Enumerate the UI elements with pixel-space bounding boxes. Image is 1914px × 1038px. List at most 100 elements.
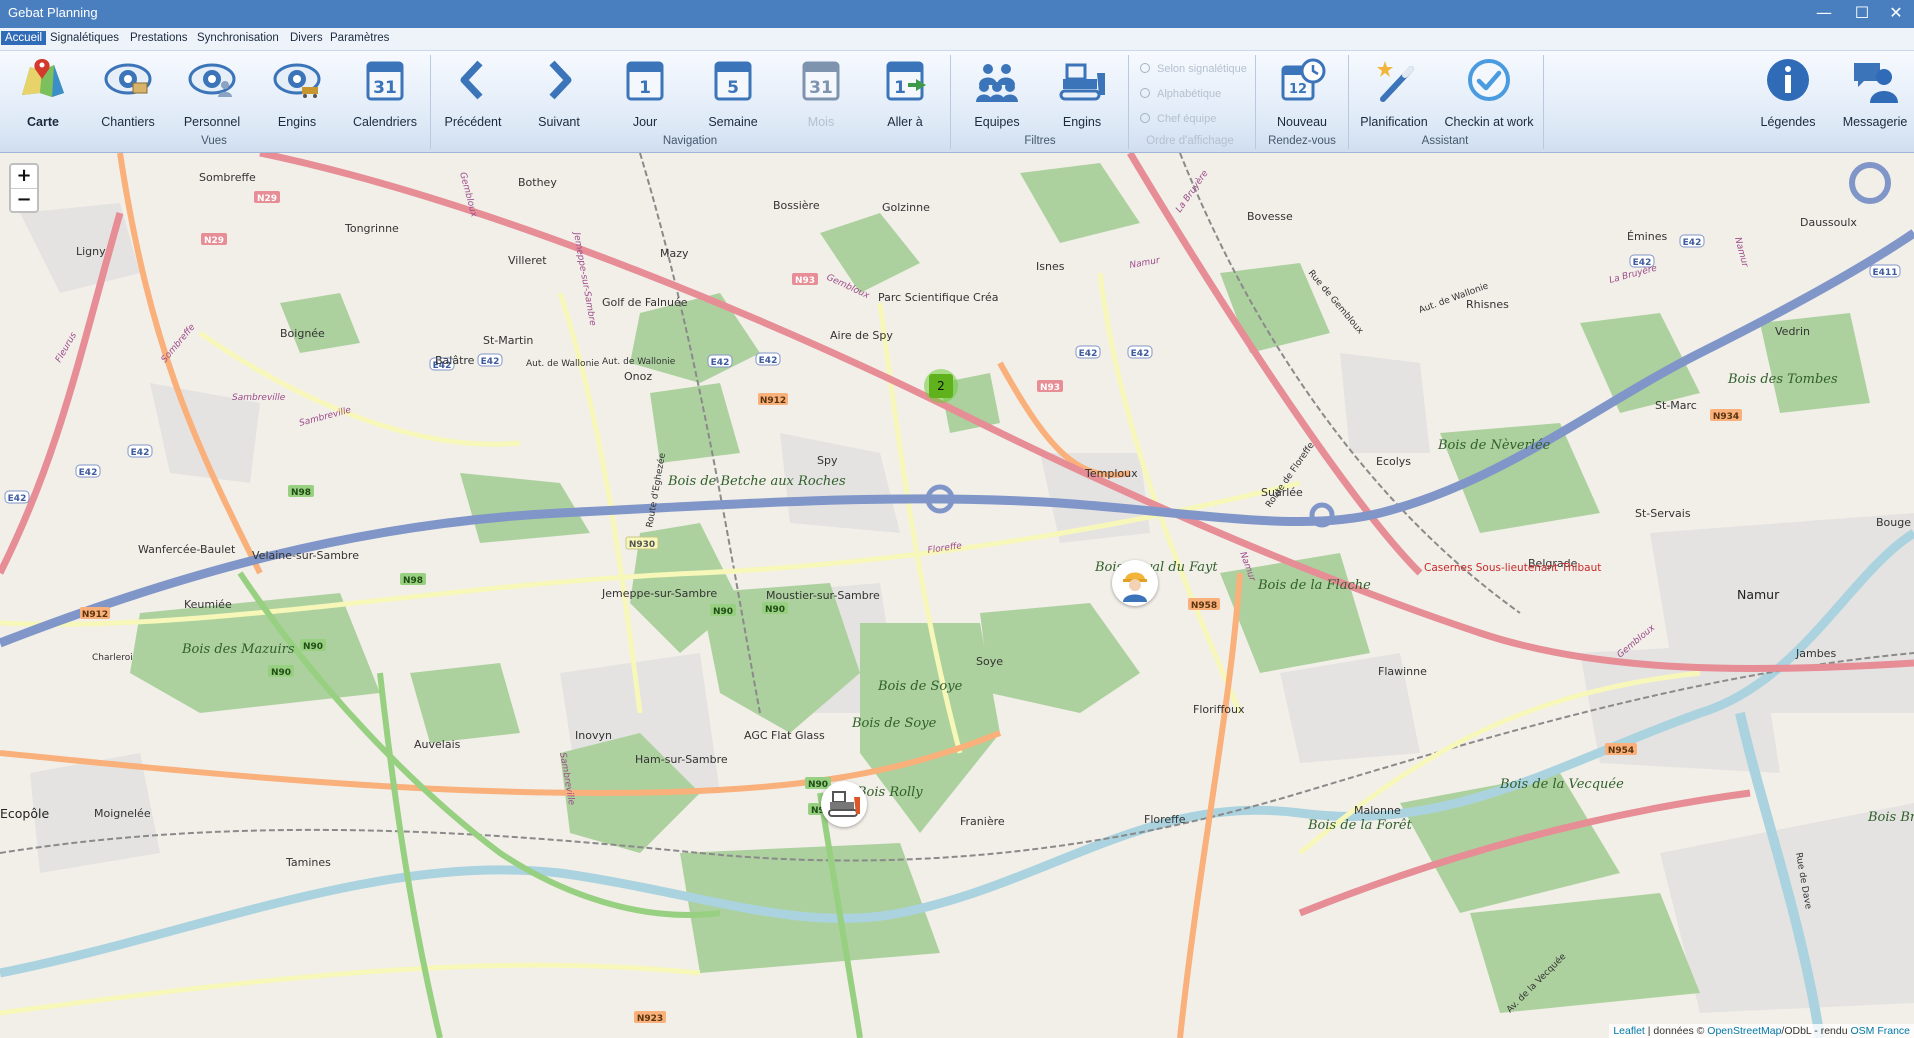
carte-button[interactable]: Carte <box>4 53 82 133</box>
menu-accueil[interactable]: Accueil <box>1 31 47 45</box>
calendar-goto-icon: 1 <box>886 61 926 101</box>
precedent-button[interactable]: Précédent <box>434 53 512 133</box>
svg-text:N90: N90 <box>303 642 323 652</box>
menu-prestations[interactable]: Prestations <box>126 31 192 45</box>
svg-text:Ecopôle: Ecopôle <box>0 806 49 821</box>
svg-text:N912: N912 <box>82 610 108 620</box>
calendar-icon: 31 <box>366 61 404 101</box>
svg-text:Bois de la Forêt: Bois de la Forêt <box>1307 818 1413 833</box>
machine-marker[interactable] <box>821 781 867 827</box>
calendar-day-icon: 1 <box>626 61 664 101</box>
mois-button[interactable]: 31 Mois <box>782 53 860 133</box>
semaine-button[interactable]: 5 Semaine <box>694 53 772 133</box>
svg-text:N934: N934 <box>1713 412 1739 422</box>
cluster-marker[interactable]: 2 <box>924 369 958 403</box>
svg-text:Golf de Falnuée: Golf de Falnuée <box>602 296 688 309</box>
trunk-roads <box>0 153 1914 917</box>
shield-n912: N912 <box>758 393 788 406</box>
chevron-right-icon <box>549 60 572 100</box>
calendriers-button[interactable]: 31 Calendriers <box>346 53 424 133</box>
planification-button[interactable]: Planification <box>1355 53 1433 133</box>
eye-machine-icon <box>273 63 321 98</box>
precedent-label: Précédent <box>444 115 502 129</box>
mois-label: Mois <box>807 115 835 129</box>
zoom-out-button[interactable]: − <box>11 189 37 212</box>
shield-n934: N934 <box>1710 409 1742 422</box>
aller-a-button[interactable]: 1 Aller à <box>866 53 944 133</box>
svg-text:Tongrinne: Tongrinne <box>344 222 399 235</box>
svg-text:Namur: Namur <box>1737 587 1780 602</box>
svg-text:Ligny: Ligny <box>76 245 106 258</box>
aller-a-label: Aller à <box>887 115 923 129</box>
chantiers-button[interactable]: Chantiers <box>89 53 167 133</box>
svg-text:Bovesse: Bovesse <box>1247 210 1293 223</box>
svg-text:Ham-sur-Sambre: Ham-sur-Sambre <box>635 753 728 766</box>
svg-text:Boignée: Boignée <box>280 327 325 340</box>
svg-text:Rhisnes: Rhisnes <box>1466 298 1509 311</box>
svg-text:N90: N90 <box>765 605 785 615</box>
radio-alphabetique[interactable]: Alphabétique <box>1140 88 1221 100</box>
equipes-button[interactable]: Equipes <box>958 53 1036 133</box>
map-tiles[interactable]: N29 N29 N93 N93 E42 E42 E42 E42 E42 E42 … <box>0 153 1914 1038</box>
engins-view-button[interactable]: Engins <box>258 53 336 133</box>
svg-text:Bois de la Flache: Bois de la Flache <box>1257 578 1371 593</box>
svg-text:Inovyn: Inovyn <box>575 729 612 742</box>
svg-text:Auvelais: Auvelais <box>414 738 461 751</box>
nouveau-calendar-number: 12 <box>1289 82 1307 97</box>
svg-text:Aut. de Wallonie: Aut. de Wallonie <box>602 357 676 367</box>
svg-text:N912: N912 <box>760 396 786 406</box>
radio-chef-equipe[interactable]: Chef équipe <box>1140 113 1216 125</box>
leaflet-link[interactable]: Leaflet <box>1613 1025 1645 1037</box>
osm-france-link[interactable]: OSM France <box>1850 1025 1910 1037</box>
svg-text:Jemeppe-sur-Sambre: Jemeppe-sur-Sambre <box>601 587 717 600</box>
openstreetmap-link[interactable]: OpenStreetMap <box>1707 1025 1781 1037</box>
menu-signaletiques[interactable]: Signalétiques <box>46 31 123 45</box>
svg-text:Bois Br: Bois Br <box>1867 810 1914 825</box>
svg-text:La Bruyère: La Bruyère <box>1173 168 1210 215</box>
filtres-group-label: Filtres <box>1024 135 1056 147</box>
svg-text:N954: N954 <box>1608 746 1634 756</box>
menu-bar: Accueil Signalétiques Prestations Synchr… <box>0 28 1914 51</box>
close-button[interactable]: ✕ <box>1878 0 1914 28</box>
jour-button[interactable]: 1 Jour <box>606 53 684 133</box>
svg-text:Fleurus: Fleurus <box>54 331 79 365</box>
menu-parametres[interactable]: Paramètres <box>326 31 393 45</box>
svg-text:Aire de Spy: Aire de Spy <box>830 329 893 342</box>
messagerie-button[interactable]: Messagerie <box>1836 53 1914 133</box>
engins-filter-button[interactable]: Engins <box>1043 53 1121 133</box>
svg-text:N93: N93 <box>1040 383 1060 393</box>
radio-selon-signaletique[interactable]: Selon signalétique <box>1140 63 1247 75</box>
svg-text:Ecolys: Ecolys <box>1376 455 1411 468</box>
checkin-at-work-button[interactable]: Checkin at work <box>1445 53 1533 133</box>
nouveau-button[interactable]: 12 Nouveau <box>1263 53 1341 133</box>
minimize-button[interactable]: — <box>1806 0 1842 28</box>
map-attribution: Leaflet | données © OpenStreetMap/ODbL -… <box>1609 1024 1914 1038</box>
svg-text:Sambreville: Sambreville <box>298 405 353 429</box>
svg-text:Balâtre: Balâtre <box>435 354 475 367</box>
svg-text:Moustier-sur-Sambre: Moustier-sur-Sambre <box>766 589 880 602</box>
eye-site-icon <box>104 63 152 95</box>
ordre-group-label: Ordre d'affichage <box>1146 135 1234 147</box>
map-view[interactable]: N29 N29 N93 N93 E42 E42 E42 E42 E42 E42 … <box>0 153 1914 1038</box>
radio-selon-signaletique-label: Selon signalétique <box>1157 63 1247 75</box>
legendes-button[interactable]: Légendes <box>1749 53 1827 133</box>
maximize-button[interactable]: ☐ <box>1844 0 1880 28</box>
svg-text:Bois de la Vecquée: Bois de la Vecquée <box>1499 777 1624 792</box>
zoom-in-button[interactable]: + <box>11 165 37 189</box>
svg-text:Route d'Eghezée: Route d'Eghezée <box>644 452 668 529</box>
menu-synchronisation[interactable]: Synchronisation <box>193 31 283 45</box>
worker-marker[interactable] <box>1112 560 1158 606</box>
suivant-button[interactable]: Suivant <box>520 53 598 133</box>
personnel-button[interactable]: Personnel <box>173 53 251 133</box>
equipes-label: Equipes <box>974 115 1020 129</box>
suivant-label: Suivant <box>538 115 580 129</box>
svg-text:St-Martin: St-Martin <box>483 334 533 347</box>
menu-divers[interactable]: Divers <box>286 31 327 45</box>
svg-text:Sombreffe: Sombreffe <box>160 322 198 365</box>
svg-text:N29: N29 <box>257 194 277 204</box>
svg-text:Golzinne: Golzinne <box>882 201 930 214</box>
magic-wand-icon <box>1377 61 1414 102</box>
svg-text:Isnes: Isnes <box>1036 260 1065 273</box>
shield-e42: E42 <box>707 354 733 368</box>
shield-e411: E411 <box>1869 264 1901 278</box>
